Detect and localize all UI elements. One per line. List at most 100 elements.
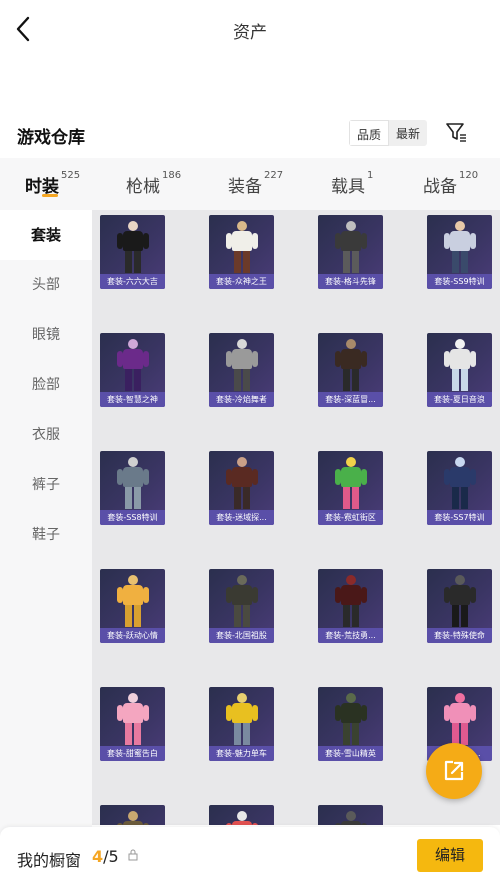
outfit-name: 套装-迷域探... [209,510,274,525]
sort-quality-button[interactable]: 品质 [349,120,390,146]
sidebar-item-face[interactable]: 脸部 [0,360,92,410]
outfit-item[interactable]: 套装-荒技勇... [318,569,383,643]
outfit-thumbnail [334,457,368,509]
sort-latest-button[interactable]: 最新 [389,120,428,146]
outfit-name: 套装-冷焰舞者 [209,392,274,407]
showcase-current: 4 [92,847,104,866]
outfit-item[interactable] [318,805,383,825]
sort-toggle: 品质 最新 [349,120,428,146]
outfit-item[interactable] [100,805,165,825]
outfit-name: 套装-众神之王 [209,274,274,289]
tab-label: 装备 [228,177,262,197]
showcase-count: 4/5 [92,847,119,866]
sidebar-item-head[interactable]: 头部 [0,260,92,310]
tab-label: 战备 [423,177,457,197]
tab-gear[interactable]: 战备120 [423,170,479,197]
tab-equipment[interactable]: 装备227 [228,170,283,197]
sidebar-item-shoes[interactable]: 鞋子 [0,510,92,560]
outfit-item[interactable] [209,805,274,825]
outfit-item[interactable]: 套装-北国祖股 [209,569,274,643]
outfit-name: 套装-荒技勇... [318,628,383,643]
tab-label: 载具 [331,177,365,197]
outfit-thumbnail [334,221,368,273]
top-bar: 资产 [0,0,500,58]
tab-count: 1 [367,170,374,181]
outfit-item[interactable]: 套装-SS8特训 [100,451,165,525]
outfit-thumbnail [443,693,477,745]
outfit-thumbnail [116,811,150,825]
outfit-item[interactable]: 套装-霓虹街区 [318,451,383,525]
outfit-item[interactable]: 套装-特殊使命 [427,569,492,643]
outfit-thumbnail [225,575,259,627]
outfit-name: 套装-夏日音浪 [427,392,492,407]
sidebar-item-pants[interactable]: 裤子 [0,460,92,510]
outfit-card: 套装-霓虹街区 [318,451,383,525]
outfit-thumbnail [116,693,150,745]
tab-guns[interactable]: 枪械186 [126,170,181,197]
outfit-name: 套装-深蓝冒... [318,392,383,407]
outfit-thumbnail [443,221,477,273]
outfit-item[interactable]: 套装-甜蜜告白 [100,687,165,761]
outfit-thumbnail [443,339,477,391]
outfit-thumbnail [334,693,368,745]
outfit-thumbnail [116,339,150,391]
outfit-card: 套装-迷域探... [209,451,274,525]
outfit-card: 套装-北国祖股 [209,569,274,643]
outfit-card: 套装-荒技勇... [318,569,383,643]
outfit-name: 套装-跃动心情 [100,628,165,643]
outfit-item[interactable]: 套装-SS9特训 [427,215,492,289]
outfit-name: 套装-雪山精英 [318,746,383,761]
outfit-thumbnail [443,575,477,627]
category-tabs: 时装525 枪械186 装备227 载具1 战备120 [0,158,500,210]
section-title: 游戏仓库 [17,128,85,148]
outfit-name: 套装-SS9特训 [427,274,492,289]
filter-button[interactable] [444,120,468,144]
outfit-name: 套装-霓虹街区 [318,510,383,525]
outfit-item[interactable]: 套装-深蓝冒... [318,333,383,407]
outfit-card: 套装-跃动心情 [100,569,165,643]
outfit-card: 套装-甜蜜告白 [100,687,165,761]
outfit-card: 套装-深蓝冒... [318,333,383,407]
outfit-name: 套装-SS8特训 [100,510,165,525]
outfit-item[interactable]: 套装-夏日音浪 [427,333,492,407]
outfit-name: 套装-六六大吉 [100,274,165,289]
outfit-item[interactable]: 套装-六六大吉 [100,215,165,289]
outfit-name: 套装-智慧之神 [100,392,165,407]
outfit-thumbnail [116,457,150,509]
section-header: 游戏仓库 品质 最新 [0,112,500,156]
tab-count: 120 [459,170,479,181]
outfit-card: 套装-SS7特训 [427,451,492,525]
outfit-thumbnail [116,575,150,627]
outfit-thumbnail [334,575,368,627]
outfit-item[interactable]: 套装-智慧之神 [100,333,165,407]
subcategory-sidebar: 套装 头部 眼镜 脸部 衣服 裤子 鞋子 [0,210,92,885]
outfit-thumbnail [225,811,259,825]
sidebar-item-glasses[interactable]: 眼镜 [0,310,92,360]
outfit-card: 套装-众神之王 [209,215,274,289]
outfit-item[interactable]: 套装-众神之王 [209,215,274,289]
outfit-item[interactable]: 套装-冷焰舞者 [209,333,274,407]
outfit-thumbnail [334,811,368,825]
sidebar-item-suits[interactable]: 套装 [0,210,92,260]
share-icon [444,760,464,781]
outfit-item[interactable]: 套装-跃动心情 [100,569,165,643]
outfit-thumbnail [334,339,368,391]
tab-vehicles[interactable]: 载具1 [331,170,374,197]
outfit-card: 套装-SS9特训 [427,215,492,289]
outfit-item[interactable]: 套装-迷域探... [209,451,274,525]
outfit-item[interactable]: 套装-格斗先锋 [318,215,383,289]
edit-button[interactable]: 编辑 [417,839,483,872]
outfit-card: 套装-雪山精英 [318,687,383,761]
showcase-label: 我的橱窗 [17,851,82,870]
outfit-item[interactable]: 套装-雪山精英 [318,687,383,761]
outfit-item[interactable]: 套装-SS7特训 [427,451,492,525]
outfit-name: 套装-甜蜜告白 [100,746,165,761]
sidebar-item-clothes[interactable]: 衣服 [0,410,92,460]
page-title: 资产 [233,23,267,43]
item-grid: 套装-六六大吉 套装-众神之王 套装-格斗先锋 套装-SS9特训套装-智慧之神 套装-冷… [92,210,500,825]
share-button[interactable] [426,743,482,799]
lock-icon [128,849,138,861]
tab-label: 枪械 [126,177,160,197]
outfit-item[interactable]: 套装-魅力单车 [209,687,274,761]
showcase-total: /5 [103,847,119,866]
